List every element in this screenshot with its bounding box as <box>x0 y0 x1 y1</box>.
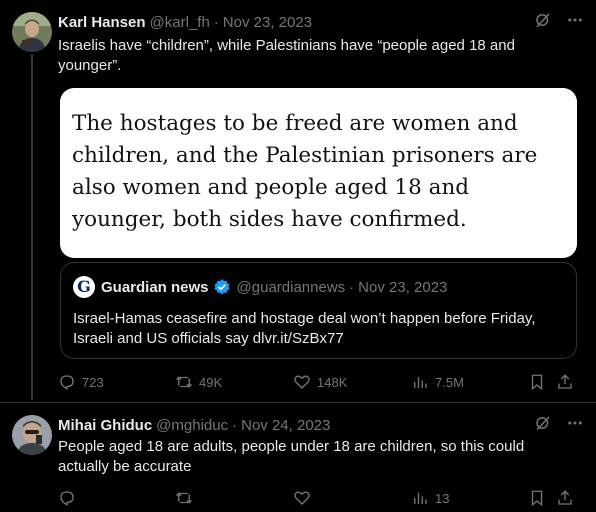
tweet-date[interactable]: Nov 24, 2023 <box>241 417 330 434</box>
quote-header: G Guardian news @guardiannews · Nov 23, … <box>73 276 447 298</box>
like-button[interactable]: 148K <box>293 372 347 392</box>
bookmark-button[interactable] <box>528 488 546 508</box>
quote-handle[interactable]: @guardiannews <box>237 279 346 296</box>
share-button[interactable] <box>556 488 574 508</box>
reply-icon <box>58 373 76 391</box>
grok-icon[interactable] <box>534 11 552 33</box>
verified-badge-icon <box>213 278 231 296</box>
quote-date[interactable]: Nov 23, 2023 <box>358 279 447 296</box>
more-icon[interactable] <box>566 414 584 436</box>
avatar[interactable] <box>12 12 52 52</box>
separator-dot: · <box>349 278 355 296</box>
view-count: 7.5M <box>435 374 464 390</box>
reply-icon <box>58 489 76 507</box>
grok-icon[interactable] <box>534 414 552 436</box>
views-button[interactable]: 13 <box>411 488 449 508</box>
tweet-header: Mihai Ghiduc @mghiduc · Nov 24, 2023 <box>58 415 584 435</box>
repost-count: 49K <box>199 374 223 390</box>
view-count: 13 <box>435 490 450 506</box>
share-icon <box>556 373 574 391</box>
author-name[interactable]: Mihai Ghiduc <box>58 417 152 434</box>
views-button[interactable]: 7.5M <box>411 372 464 392</box>
action-bar: 13 <box>58 488 584 508</box>
tweet-text: Israelis have “children”, while Palestin… <box>58 37 515 74</box>
repost-icon <box>175 373 193 391</box>
tweet-text: People aged 18 are adults, people under … <box>58 438 525 475</box>
quote-author-name[interactable]: Guardian news <box>101 279 209 296</box>
quote-text: Israel-Hamas ceasefire and hostage deal … <box>73 310 536 347</box>
repost-icon <box>175 489 193 507</box>
more-icon[interactable] <box>566 11 584 33</box>
separator-dot: · <box>232 416 238 434</box>
separator-dot: · <box>213 13 219 31</box>
bookmark-icon <box>528 373 546 391</box>
like-count: 148K <box>317 374 348 390</box>
avatar[interactable] <box>12 415 52 455</box>
author-name[interactable]: Karl Hansen <box>58 14 146 31</box>
views-icon <box>411 489 429 507</box>
thread-line <box>31 54 33 400</box>
share-icon <box>556 489 574 507</box>
bookmark-icon <box>528 489 546 507</box>
tweet-image[interactable]: The hostages to be freed are women and c… <box>60 88 577 258</box>
tweet-header: Karl Hansen @karl_fh · Nov 23, 2023 <box>58 12 584 32</box>
repost-button[interactable] <box>175 488 199 508</box>
author-handle[interactable]: @karl_fh <box>150 14 210 31</box>
views-icon <box>411 373 429 391</box>
guardian-avatar[interactable]: G <box>73 276 95 298</box>
tweet-karl-hansen[interactable]: Karl Hansen @karl_fh · Nov 23, 2023 Isra… <box>0 0 596 400</box>
share-button[interactable] <box>556 372 574 392</box>
tweet-date[interactable]: Nov 23, 2023 <box>223 14 312 31</box>
author-handle[interactable]: @mghiduc <box>156 417 228 434</box>
bookmark-button[interactable] <box>528 372 546 392</box>
like-button[interactable] <box>293 488 317 508</box>
image-text: The hostages to be freed are women and c… <box>72 111 538 232</box>
like-icon <box>293 489 311 507</box>
like-icon <box>293 373 311 391</box>
reply-button[interactable] <box>58 488 82 508</box>
action-bar: 723 49K 148K 7.5M <box>58 372 584 392</box>
reply-count: 723 <box>82 374 104 390</box>
tweet-mihai-ghiduc[interactable]: Mihai Ghiduc @mghiduc · Nov 24, 2023 Peo… <box>0 403 596 512</box>
repost-button[interactable]: 49K <box>175 372 222 392</box>
reply-button[interactable]: 723 <box>58 372 104 392</box>
quote-tweet[interactable]: G Guardian news @guardiannews · Nov 23, … <box>60 262 577 359</box>
